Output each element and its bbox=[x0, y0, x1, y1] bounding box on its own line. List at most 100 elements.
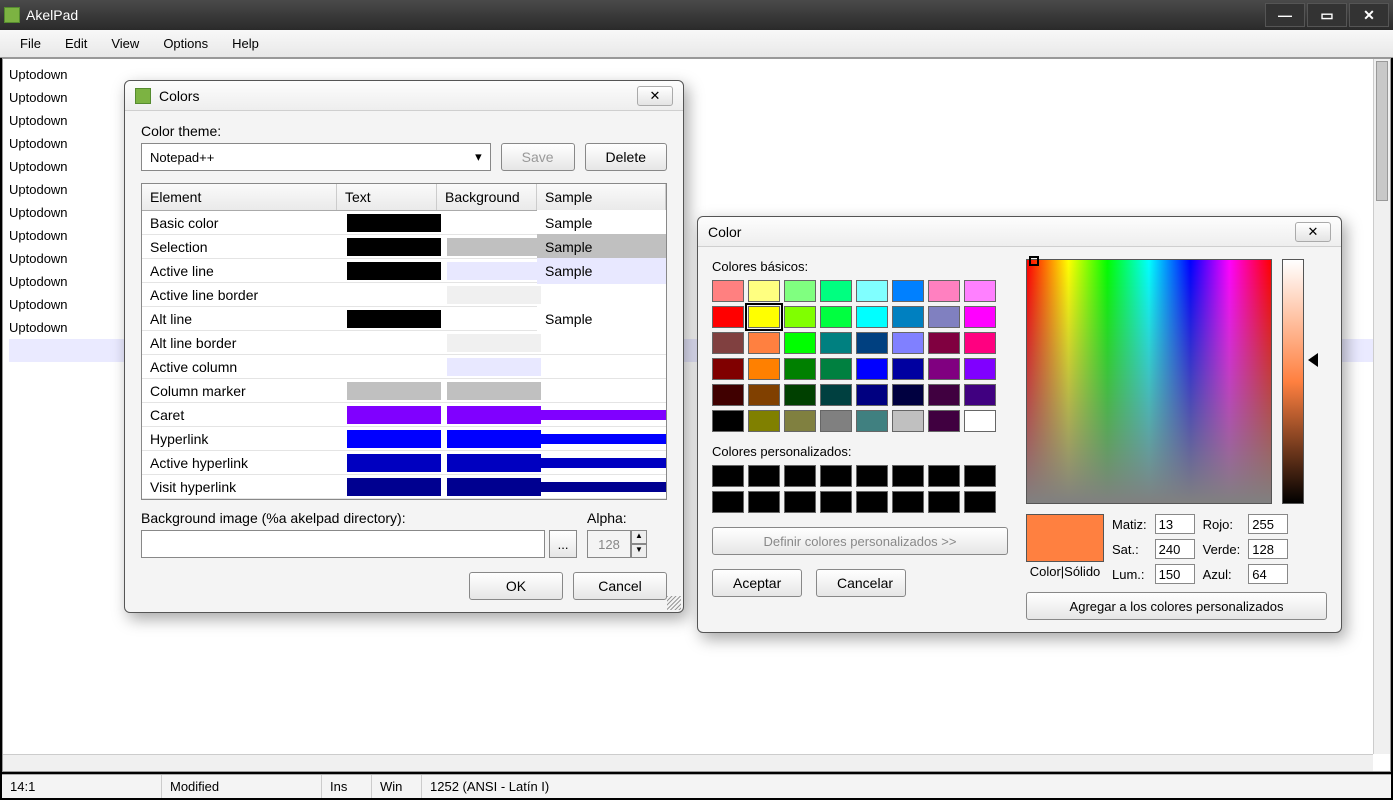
green-input[interactable] bbox=[1248, 539, 1288, 559]
basic-color-swatch[interactable] bbox=[856, 332, 888, 354]
basic-color-swatch[interactable] bbox=[748, 384, 780, 406]
ok-button[interactable]: OK bbox=[469, 572, 563, 600]
bgimg-input[interactable] bbox=[141, 530, 545, 558]
custom-color-swatch[interactable] bbox=[820, 465, 852, 487]
custom-color-swatch[interactable] bbox=[892, 465, 924, 487]
save-button[interactable]: Save bbox=[501, 143, 575, 171]
basic-color-swatch[interactable] bbox=[928, 384, 960, 406]
table-row[interactable]: Alt line border bbox=[142, 331, 666, 355]
cell-text-swatch[interactable] bbox=[337, 362, 437, 372]
basic-color-swatch[interactable] bbox=[964, 410, 996, 432]
basic-color-swatch[interactable] bbox=[892, 384, 924, 406]
custom-color-swatch[interactable] bbox=[748, 491, 780, 513]
basic-color-swatch[interactable] bbox=[892, 306, 924, 328]
menu-options[interactable]: Options bbox=[151, 32, 220, 55]
menu-file[interactable]: File bbox=[8, 32, 53, 55]
cell-text-swatch[interactable] bbox=[337, 473, 437, 501]
vertical-scrollbar[interactable] bbox=[1373, 59, 1390, 754]
basic-color-swatch[interactable] bbox=[928, 306, 960, 328]
basic-color-swatch[interactable] bbox=[892, 410, 924, 432]
basic-color-swatch[interactable] bbox=[820, 306, 852, 328]
basic-color-swatch[interactable] bbox=[820, 280, 852, 302]
browse-button[interactable]: ... bbox=[549, 530, 577, 558]
basic-color-swatch[interactable] bbox=[748, 280, 780, 302]
basic-color-swatch[interactable] bbox=[784, 332, 816, 354]
table-row[interactable]: Active hyperlink bbox=[142, 451, 666, 475]
blue-input[interactable] bbox=[1248, 564, 1288, 584]
red-input[interactable] bbox=[1248, 514, 1288, 534]
cell-text-swatch[interactable] bbox=[337, 290, 437, 300]
hue-input[interactable] bbox=[1155, 514, 1195, 534]
basic-color-swatch[interactable] bbox=[892, 280, 924, 302]
custom-color-swatch[interactable] bbox=[892, 491, 924, 513]
custom-color-swatch[interactable] bbox=[784, 491, 816, 513]
basic-color-swatch[interactable] bbox=[712, 332, 744, 354]
basic-color-swatch[interactable] bbox=[748, 410, 780, 432]
basic-color-swatch[interactable] bbox=[856, 384, 888, 406]
alpha-input[interactable] bbox=[587, 530, 631, 558]
alpha-up[interactable]: ▲ bbox=[631, 530, 647, 544]
basic-color-swatch[interactable] bbox=[856, 306, 888, 328]
gradient-crosshair[interactable] bbox=[1029, 256, 1039, 266]
basic-color-swatch[interactable] bbox=[820, 358, 852, 380]
color-gradient[interactable] bbox=[1026, 259, 1272, 504]
lum-input[interactable] bbox=[1155, 564, 1195, 584]
table-row[interactable]: Active lineSample bbox=[142, 259, 666, 283]
luminance-slider[interactable] bbox=[1282, 259, 1304, 504]
basic-color-swatch[interactable] bbox=[784, 410, 816, 432]
delete-button[interactable]: Delete bbox=[585, 143, 667, 171]
basic-color-swatch[interactable] bbox=[820, 410, 852, 432]
add-custom-button[interactable]: Agregar a los colores personalizados bbox=[1026, 592, 1327, 620]
basic-color-swatch[interactable] bbox=[784, 306, 816, 328]
color-theme-select[interactable]: Notepad++ bbox=[141, 143, 491, 171]
menu-view[interactable]: View bbox=[99, 32, 151, 55]
basic-color-swatch[interactable] bbox=[748, 358, 780, 380]
table-row[interactable]: Hyperlink bbox=[142, 427, 666, 451]
table-row[interactable]: Alt lineSample bbox=[142, 307, 666, 331]
custom-color-swatch[interactable] bbox=[820, 491, 852, 513]
table-row[interactable]: Active line border bbox=[142, 283, 666, 307]
basic-color-swatch[interactable] bbox=[820, 332, 852, 354]
minimize-button[interactable]: — bbox=[1265, 3, 1305, 27]
basic-color-swatch[interactable] bbox=[784, 384, 816, 406]
menu-edit[interactable]: Edit bbox=[53, 32, 99, 55]
basic-color-swatch[interactable] bbox=[856, 280, 888, 302]
scroll-thumb[interactable] bbox=[1376, 61, 1388, 201]
basic-color-swatch[interactable] bbox=[784, 358, 816, 380]
table-row[interactable]: Column marker bbox=[142, 379, 666, 403]
table-row[interactable]: SelectionSample bbox=[142, 235, 666, 259]
horizontal-scrollbar[interactable] bbox=[3, 754, 1373, 771]
custom-color-swatch[interactable] bbox=[712, 491, 744, 513]
basic-color-swatch[interactable] bbox=[964, 306, 996, 328]
sat-input[interactable] bbox=[1155, 539, 1195, 559]
custom-color-swatch[interactable] bbox=[964, 465, 996, 487]
basic-color-swatch[interactable] bbox=[748, 332, 780, 354]
custom-color-swatch[interactable] bbox=[856, 491, 888, 513]
basic-color-swatch[interactable] bbox=[964, 332, 996, 354]
menu-help[interactable]: Help bbox=[220, 32, 271, 55]
basic-color-swatch[interactable] bbox=[820, 384, 852, 406]
cancel-button[interactable]: Cancel bbox=[573, 572, 667, 600]
basic-color-swatch[interactable] bbox=[856, 358, 888, 380]
table-row[interactable]: Visit hyperlink bbox=[142, 475, 666, 499]
basic-color-swatch[interactable] bbox=[784, 280, 816, 302]
table-row[interactable]: Basic colorSample bbox=[142, 211, 666, 235]
basic-color-swatch[interactable] bbox=[712, 306, 744, 328]
basic-color-swatch[interactable] bbox=[928, 358, 960, 380]
basic-color-swatch[interactable] bbox=[892, 332, 924, 354]
picker-close-icon[interactable]: ✕ bbox=[1295, 222, 1331, 242]
cancel-picker-button[interactable]: Cancelar bbox=[816, 569, 906, 597]
basic-color-swatch[interactable] bbox=[712, 410, 744, 432]
basic-color-swatch[interactable] bbox=[712, 358, 744, 380]
custom-color-swatch[interactable] bbox=[856, 465, 888, 487]
basic-color-swatch[interactable] bbox=[928, 410, 960, 432]
cell-text-swatch[interactable] bbox=[337, 305, 437, 333]
table-row[interactable]: Active column bbox=[142, 355, 666, 379]
alpha-down[interactable]: ▼ bbox=[631, 544, 647, 558]
cell-text-swatch[interactable] bbox=[337, 338, 437, 348]
custom-color-swatch[interactable] bbox=[712, 465, 744, 487]
cell-text-swatch[interactable] bbox=[337, 257, 437, 285]
basic-color-swatch[interactable] bbox=[892, 358, 924, 380]
close-button[interactable]: ✕ bbox=[1349, 3, 1389, 27]
basic-color-swatch[interactable] bbox=[964, 358, 996, 380]
